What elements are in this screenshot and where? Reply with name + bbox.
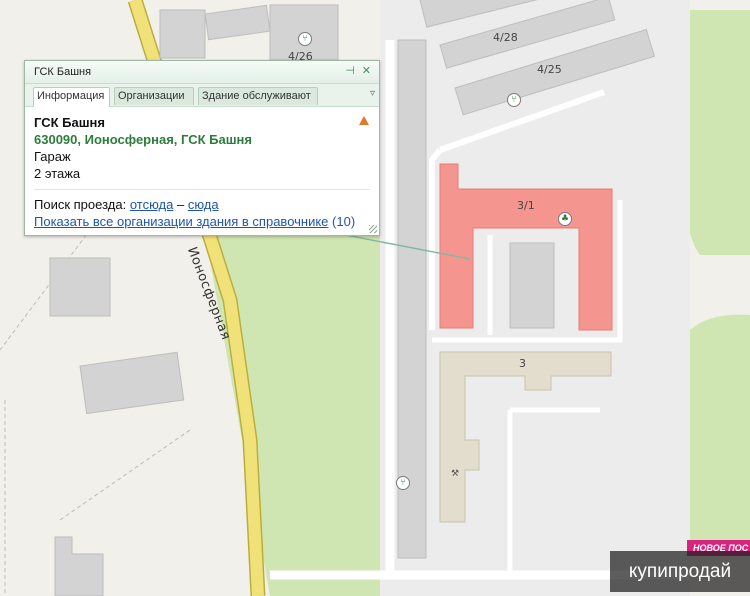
- popup-title: ГСК Башня: [34, 66, 92, 78]
- route-to-here-link[interactable]: сюда: [188, 197, 219, 212]
- pharmacy-icon[interactable]: ♣: [558, 212, 572, 226]
- house-label-3-1: 3/1: [517, 199, 535, 212]
- house-label-3: 3: [519, 357, 526, 370]
- divider: [34, 189, 370, 190]
- park-area-right-lower: [690, 314, 750, 540]
- show-all-row: Показать все организации здания в справо…: [34, 214, 370, 229]
- show-all-count[interactable]: (10): [332, 214, 355, 229]
- tab-organizations[interactable]: Организации: [114, 87, 194, 105]
- org-address: 630090, Ионосферная, ГСК Башня: [34, 132, 252, 147]
- park-area-right: [680, 10, 750, 255]
- org-name: ГСК Башня: [34, 115, 105, 130]
- tab-information[interactable]: Информация: [33, 87, 110, 107]
- route-from-here-link[interactable]: отсюда: [130, 197, 174, 212]
- org-category: Гараж: [34, 149, 71, 164]
- tab-building-services[interactable]: Здание обслуживают: [198, 87, 318, 105]
- house-label-4-28: 4/28: [493, 31, 518, 44]
- cafe-icon[interactable]: ⑂: [298, 32, 312, 46]
- building[interactable]: [159, 9, 206, 59]
- sport-icon[interactable]: ⚒: [448, 468, 462, 482]
- pin-icon[interactable]: ⊣: [345, 64, 355, 77]
- chevron-down-icon[interactable]: ▿: [370, 88, 375, 99]
- popup-body: ГСК Башня 630090, Ионосферная, ГСК Башня…: [25, 107, 379, 229]
- cafe-icon[interactable]: ⑂: [507, 93, 521, 107]
- popup-header: ГСК Башня ⊣ ✕: [25, 61, 379, 84]
- resize-handle[interactable]: [369, 225, 377, 233]
- watermark: купипродай: [610, 551, 750, 592]
- show-all-orgs-link[interactable]: Показать все организации здания в справо…: [34, 214, 328, 229]
- building[interactable]: [49, 257, 111, 317]
- warning-icon[interactable]: [359, 116, 369, 125]
- building-floors: 2 этажа: [34, 166, 81, 181]
- close-icon[interactable]: ✕: [362, 64, 371, 77]
- popup-tabs: Информация Организации Здание обслуживаю…: [25, 84, 379, 107]
- route-search: Поиск проезда: отсюда – сюда: [34, 197, 370, 212]
- route-label: Поиск проезда:: [34, 197, 127, 212]
- building[interactable]: [509, 242, 555, 329]
- house-label-4-25: 4/25: [537, 63, 562, 76]
- info-popup: ГСК Башня ⊣ ✕ Информация Организации Зда…: [24, 60, 380, 236]
- route-dash: –: [176, 197, 185, 212]
- cafe-icon[interactable]: ⑂: [396, 476, 410, 490]
